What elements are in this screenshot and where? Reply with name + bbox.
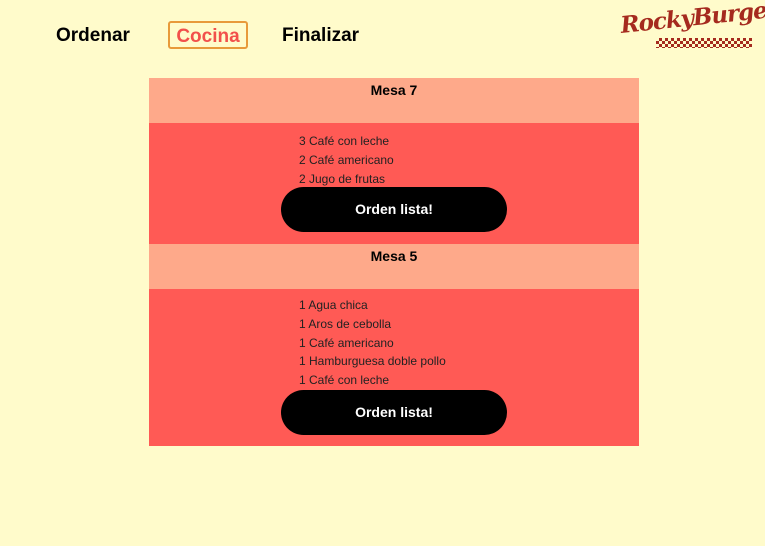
order-item: 2 Café americano [299,152,394,167]
order-body: 1 Agua chica 1 Aros de cebolla 1 Café am… [149,289,639,446]
order-body: 3 Café con leche 2 Café americano 2 Jugo… [149,123,639,244]
kitchen-orders: Mesa 7 3 Café con leche 2 Café americano… [149,78,639,446]
order-table-title: Mesa 7 [149,78,639,123]
order-item: 1 Café con leche [299,373,390,388]
nav-finalizar[interactable]: Finalizar [282,20,359,52]
logo-text: RockyBurger [619,0,765,39]
logo-checker-pattern [656,38,752,48]
order-ready-button[interactable]: Orden lista! [281,390,507,435]
order-item: 1 Agua chica [299,298,368,312]
order-item: 1 Hamburguesa doble pollo [299,354,446,369]
nav-ordenar[interactable]: Ordenar [56,20,130,52]
order-card: Mesa 7 3 Café con leche 2 Café americano… [149,78,639,244]
order-item: 1 Café americano [299,335,394,350]
order-ready-button[interactable]: Orden lista! [281,187,507,232]
order-item: 1 Aros de cebolla [299,316,392,331]
order-items: 1 Agua chica 1 Aros de cebolla 1 Café am… [149,289,639,390]
nav-cocina[interactable]: Cocina [168,21,248,49]
order-item: 3 Café con leche [299,134,390,148]
order-card: Mesa 5 1 Agua chica 1 Aros de cebolla 1 … [149,244,639,446]
rockyburger-logo: RockyBurger [619,0,765,52]
order-items: 3 Café con leche 2 Café americano 2 Jugo… [149,123,639,188]
order-table-title: Mesa 5 [149,244,639,289]
order-item: 2 Jugo de frutas [299,171,386,186]
